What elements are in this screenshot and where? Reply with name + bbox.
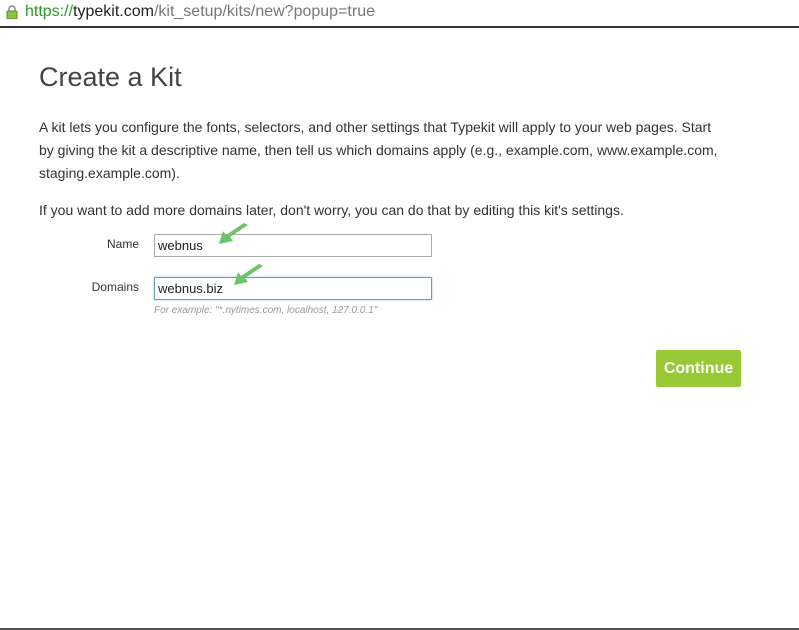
green-arrow-icon <box>234 264 263 285</box>
continue-button[interactable]: Continue <box>656 350 741 387</box>
url-text[interactable]: https://typekit.com/kit_setup/kits/new?p… <box>25 3 375 21</box>
page-title: Create a Kit <box>39 62 182 92</box>
lock-icon <box>6 5 18 19</box>
domains-input[interactable] <box>154 277 432 300</box>
intro-text: A kit lets you configure the fonts, sele… <box>39 119 718 181</box>
green-arrow-icon <box>219 223 248 244</box>
address-bar[interactable]: https://typekit.com/kit_setup/kits/new?p… <box>0 0 799 28</box>
domains-label: Domains <box>91 280 139 294</box>
name-input[interactable] <box>154 234 432 257</box>
name-label: Name <box>106 237 139 251</box>
note-text: If you want to add more domains later, d… <box>39 202 624 218</box>
domains-hint: For example: "*.nytimes.com, localhost, … <box>154 305 378 316</box>
